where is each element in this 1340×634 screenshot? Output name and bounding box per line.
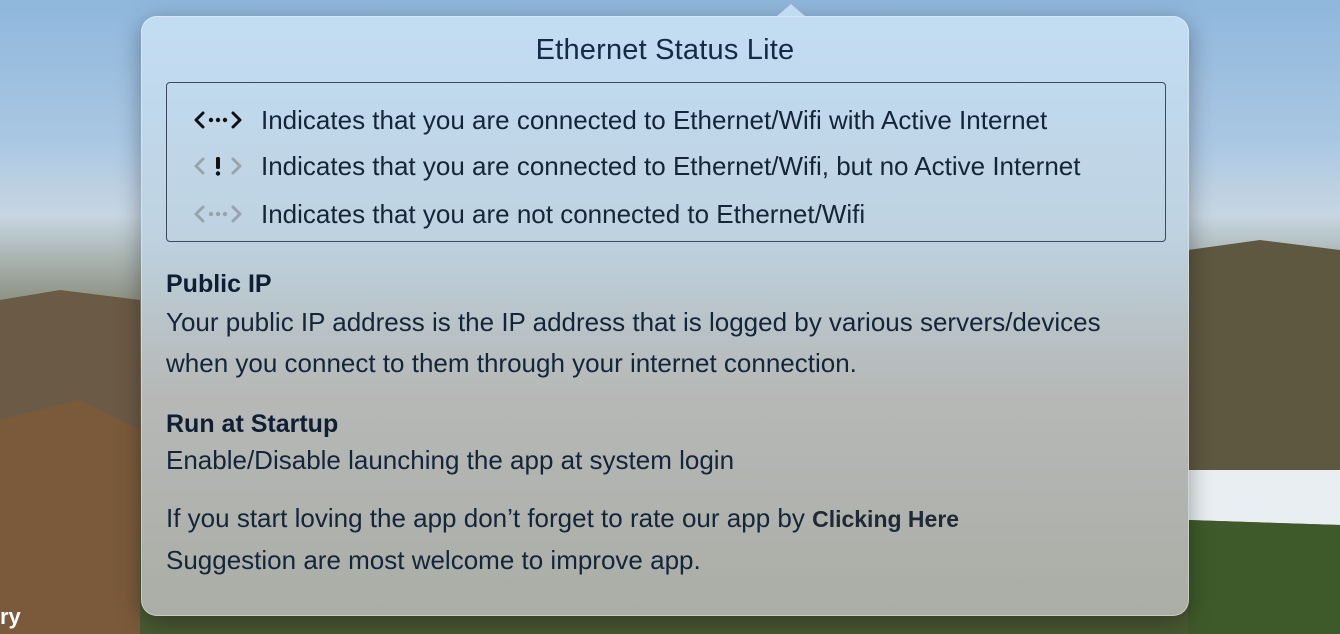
status-legend: Indicates that you are connected to Ethe… bbox=[166, 82, 1166, 242]
connected-no-internet-icon bbox=[193, 155, 247, 177]
popover-arrow bbox=[777, 4, 805, 16]
desktop-label-fragment: ry bbox=[0, 604, 21, 629]
legend-text: Indicates that you are connected to Ethe… bbox=[261, 104, 1048, 135]
legend-text: Indicates that you are not connected to … bbox=[261, 198, 866, 229]
app-popover: Ethernet Status Lite Indicates that you … bbox=[141, 4, 1189, 616]
run-at-startup-heading: Run at Startup bbox=[166, 410, 339, 438]
legend-text: Indicates that you are connected to Ethe… bbox=[261, 150, 1081, 181]
rate-line: If you start loving the app don’t forget… bbox=[166, 498, 959, 540]
public-ip-description: Your public IP address is the IP address… bbox=[166, 302, 1101, 384]
legend-item-disconnected: Indicates that you are not connected to … bbox=[193, 199, 865, 229]
connected-active-icon bbox=[193, 109, 247, 131]
rate-app-link[interactable]: Clicking Here bbox=[812, 506, 959, 532]
public-ip-line-1: Your public IP address is the IP address… bbox=[166, 307, 1101, 337]
legend-item-no-internet: Indicates that you are connected to Ethe… bbox=[193, 151, 1080, 181]
legend-item-active: Indicates that you are connected to Ethe… bbox=[193, 105, 1047, 135]
suggestion-text: Suggestion are most welcome to improve a… bbox=[166, 545, 701, 575]
rate-prefix: If you start loving the app don’t forget… bbox=[166, 503, 813, 533]
public-ip-heading: Public IP bbox=[166, 270, 272, 298]
run-at-startup-description: Enable/Disable launching the app at syst… bbox=[166, 445, 735, 475]
public-ip-line-2: when you connect to them through your in… bbox=[166, 348, 857, 378]
app-title: Ethernet Status Lite bbox=[535, 34, 795, 66]
disconnected-icon bbox=[193, 203, 247, 225]
